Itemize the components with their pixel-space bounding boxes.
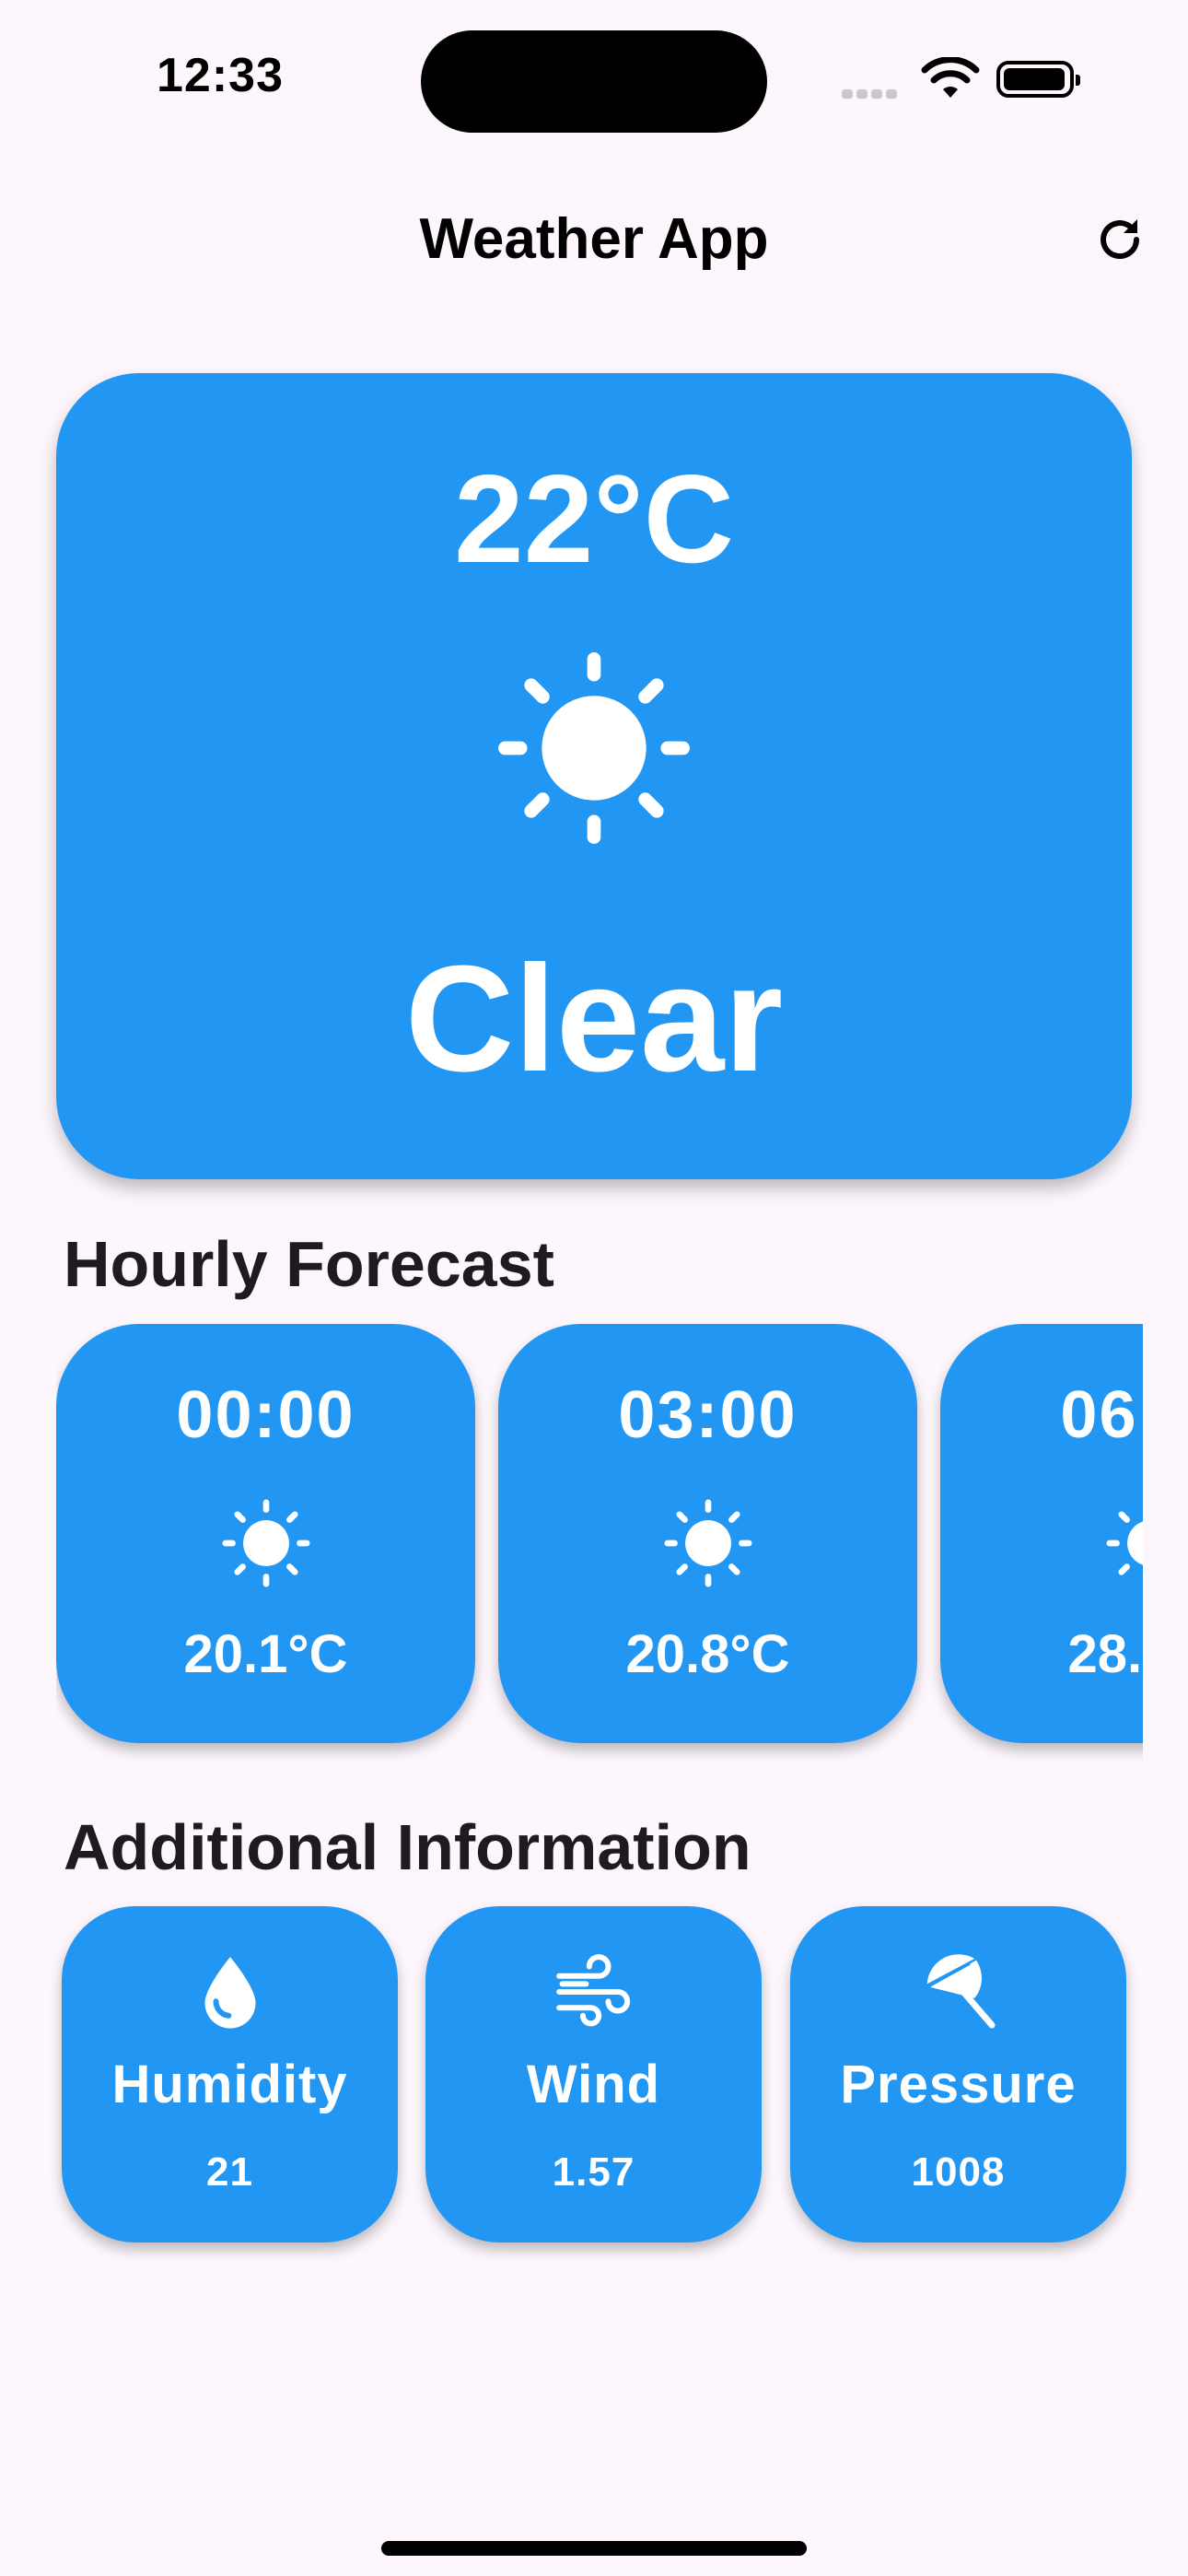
info-value: 1.57 bbox=[552, 2149, 635, 2195]
humidity-card: Humidity 21 bbox=[62, 1906, 398, 2242]
hourly-card: 03:00 20.8°C bbox=[498, 1324, 917, 1743]
hourly-forecast-list[interactable]: 00:00 20.1°C 03:00 20.8°C 06:00 bbox=[56, 1324, 1143, 1766]
info-label: Wind bbox=[526, 2055, 661, 2114]
sun-icon bbox=[498, 652, 690, 844]
battery-icon bbox=[996, 61, 1080, 98]
status-time: 12:33 bbox=[157, 49, 284, 102]
hourly-time: 03:00 bbox=[618, 1378, 798, 1452]
additional-info-title: Additional Information bbox=[64, 1811, 751, 1883]
info-label: Pressure bbox=[840, 2055, 1077, 2114]
refresh-icon[interactable] bbox=[1094, 214, 1146, 265]
umbrella-icon bbox=[926, 1954, 996, 2029]
hourly-temperature: 20.8°C bbox=[625, 1624, 790, 1684]
info-value: 1008 bbox=[911, 2149, 1006, 2195]
hourly-temperature: 20.1°C bbox=[183, 1624, 348, 1684]
sun-icon bbox=[664, 1499, 752, 1587]
wind-card: Wind 1.57 bbox=[425, 1906, 762, 2242]
hourly-time: 06:00 bbox=[1060, 1378, 1143, 1452]
wifi-icon bbox=[921, 57, 980, 98]
current-temperature: 22°C bbox=[454, 449, 734, 589]
sun-icon bbox=[1106, 1511, 1143, 1575]
cellular-signal-icon bbox=[842, 87, 904, 99]
hourly-card: 06:00 28.0°C bbox=[940, 1324, 1143, 1743]
status-bar: 12:33 bbox=[0, 0, 1188, 157]
app-title: Weather App bbox=[419, 207, 769, 271]
pressure-card: Pressure 1008 bbox=[790, 1906, 1126, 2242]
hourly-card: 00:00 20.1°C bbox=[56, 1324, 475, 1743]
info-value: 21 bbox=[206, 2149, 253, 2195]
home-indicator[interactable] bbox=[381, 2541, 807, 2556]
air-wind-icon bbox=[556, 1954, 631, 2027]
current-condition: Clear bbox=[404, 934, 784, 1103]
hourly-forecast-title: Hourly Forecast bbox=[64, 1228, 554, 1300]
dynamic-island bbox=[421, 30, 767, 133]
hourly-time: 00:00 bbox=[176, 1378, 355, 1452]
info-label: Humidity bbox=[111, 2055, 348, 2114]
hourly-temperature: 28.0°C bbox=[1067, 1624, 1143, 1684]
water-drop-icon bbox=[204, 1957, 256, 2029]
sun-icon bbox=[222, 1499, 310, 1587]
current-weather-card: 22°C Clear bbox=[56, 373, 1132, 1179]
